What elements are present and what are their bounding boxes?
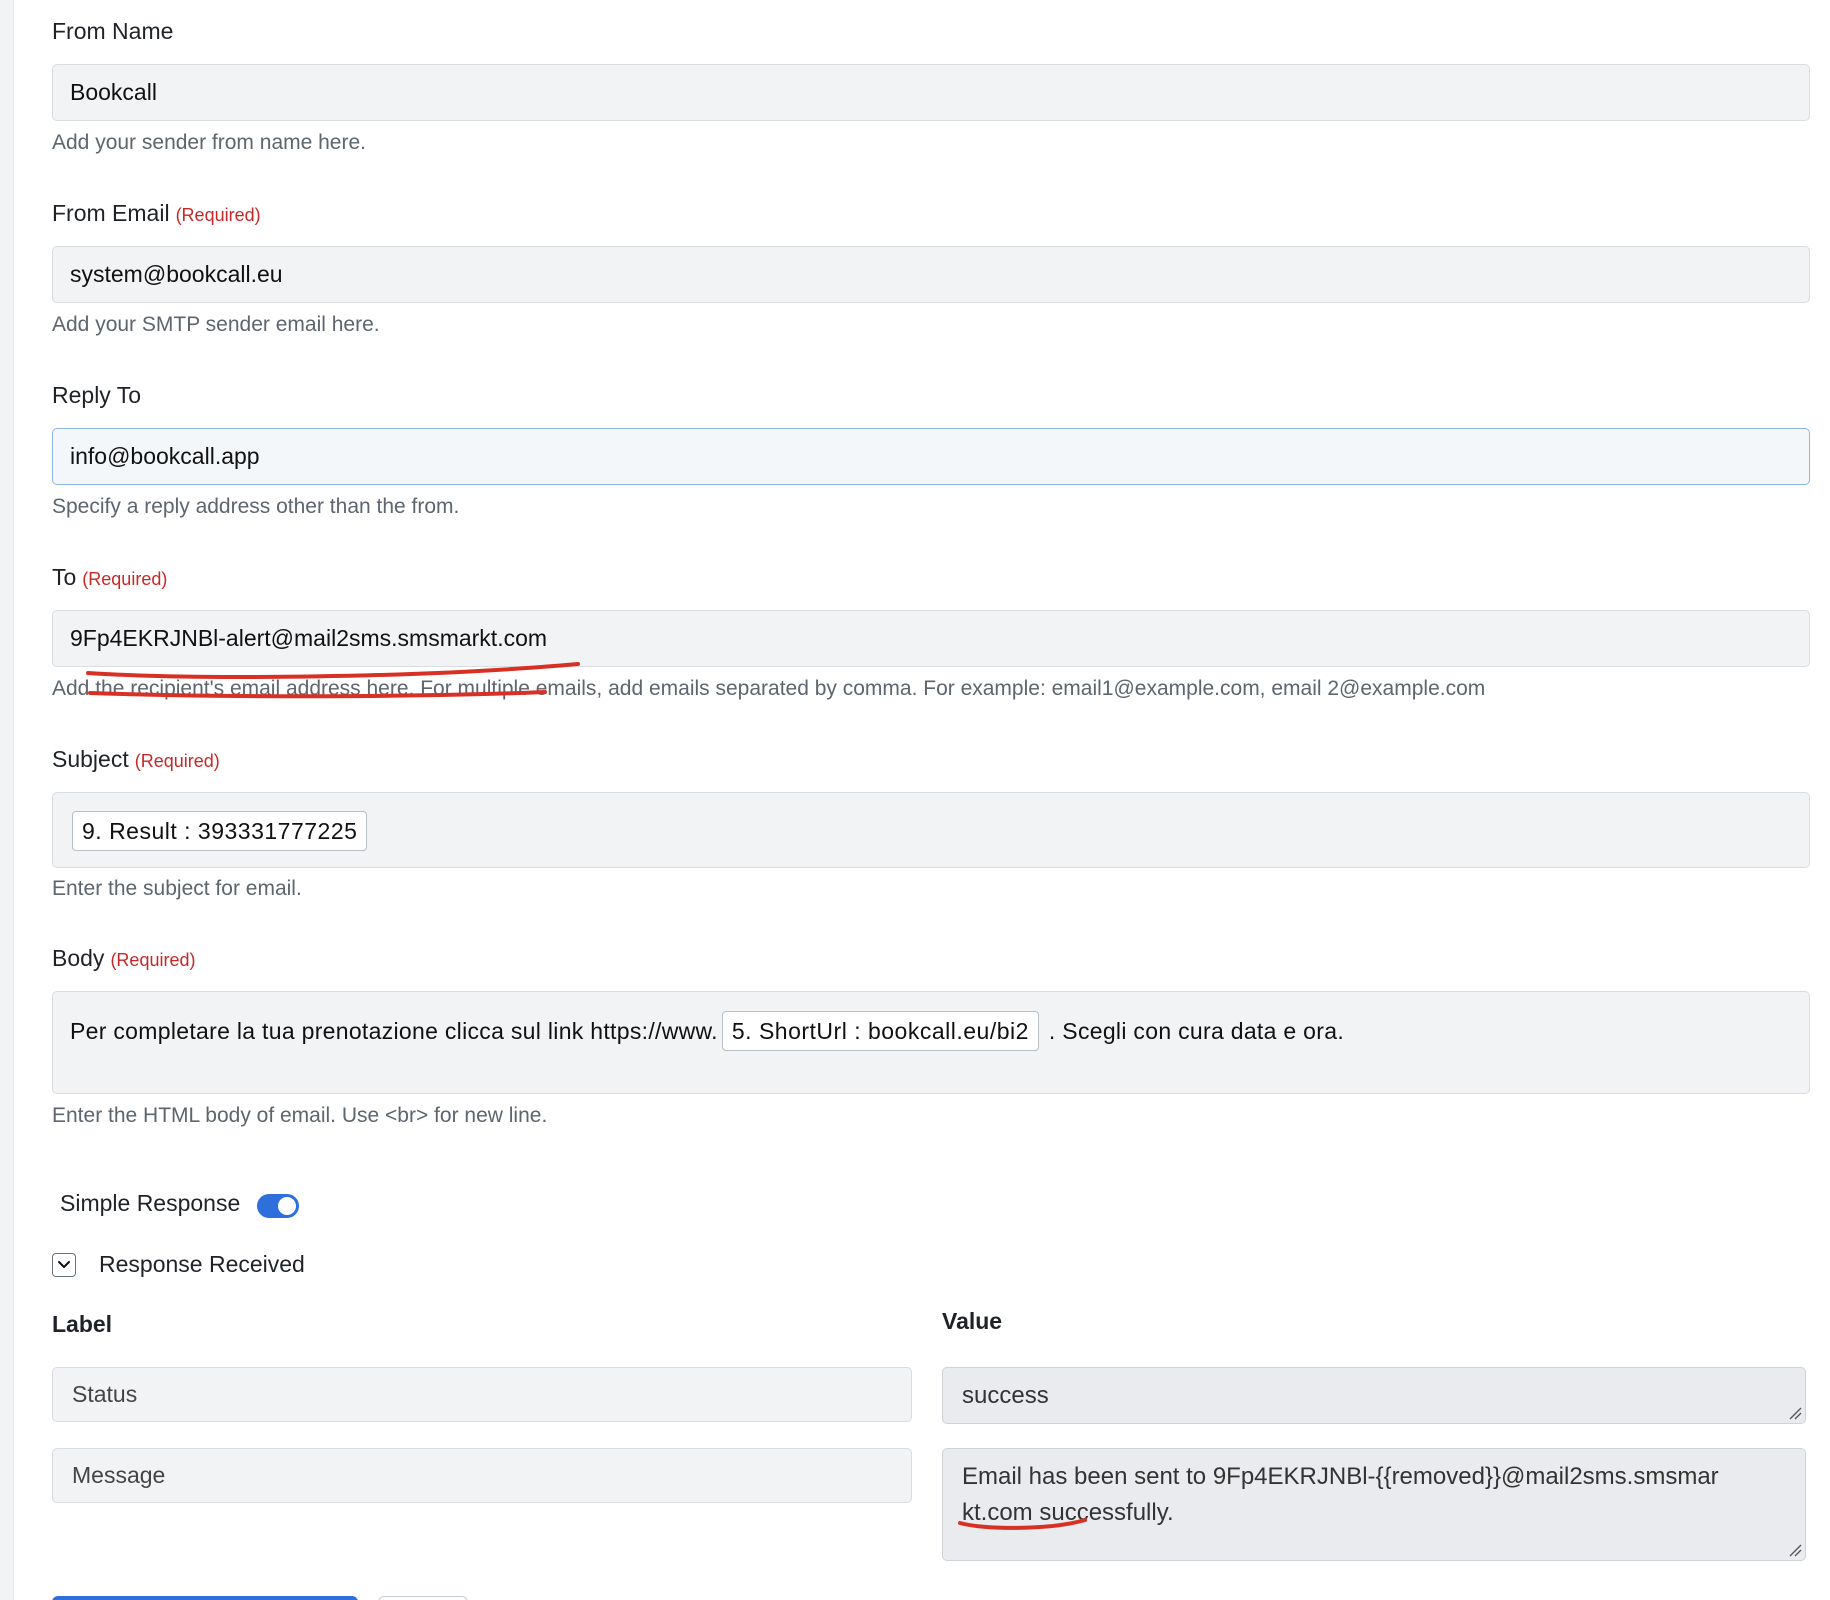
body-label: Body (Required) bbox=[52, 945, 196, 971]
from-email-help: Add your SMTP sender email here. bbox=[52, 313, 380, 336]
required-badge: (Required) bbox=[175, 205, 261, 225]
cancel-button[interactable] bbox=[378, 1596, 468, 1600]
to-label: To (Required) bbox=[52, 564, 168, 590]
subject-help: Enter the subject for email. bbox=[52, 877, 302, 900]
chevron-down-icon bbox=[58, 1261, 70, 1268]
response-value-textarea-status[interactable]: success bbox=[942, 1367, 1806, 1424]
reply-to-help: Specify a reply address other than the f… bbox=[52, 495, 460, 518]
to-input[interactable]: 9Fp4EKRJNBl-alert@mail2sms.smsmarkt.com bbox=[52, 610, 1810, 667]
simple-response-toggle[interactable] bbox=[257, 1194, 299, 1218]
from-email-label: From Email (Required) bbox=[52, 200, 261, 226]
value-column-header: Value bbox=[942, 1308, 1003, 1334]
body-text-before: Per completare la tua prenotazione clicc… bbox=[70, 1017, 718, 1044]
from-name-help: Add your sender from name here. bbox=[52, 131, 366, 154]
subject-input[interactable]: 9. Result : 393331777225 bbox=[52, 792, 1810, 868]
to-help: Add the recipient's email address here. … bbox=[52, 677, 1486, 700]
toggle-knob bbox=[278, 1197, 296, 1215]
response-received-expand-toggle[interactable] bbox=[52, 1253, 76, 1277]
subject-merge-tag[interactable]: 9. Result : 393331777225 bbox=[72, 811, 368, 851]
from-email-input[interactable]: system@bookcall.eu bbox=[52, 246, 1810, 303]
response-value-textarea-message[interactable]: Email has been sent to 9Fp4EKRJNBl-{{rem… bbox=[942, 1448, 1806, 1561]
body-input[interactable]: Per completare la tua prenotazione clicc… bbox=[52, 991, 1810, 1094]
from-name-label: From Name bbox=[52, 18, 174, 44]
simple-response-label: Simple Response bbox=[60, 1190, 241, 1216]
body-help: Enter the HTML body of email. Use <br> f… bbox=[52, 1104, 548, 1127]
from-name-input[interactable]: Bookcall bbox=[52, 64, 1810, 121]
required-badge: (Required) bbox=[110, 950, 196, 970]
reply-to-label: Reply To bbox=[52, 382, 142, 408]
response-label-input-message[interactable]: Message bbox=[52, 1448, 912, 1503]
response-label-input-status[interactable]: Status bbox=[52, 1367, 912, 1422]
save-button[interactable] bbox=[52, 1596, 358, 1600]
body-content: Per completare la tua prenotazione clicc… bbox=[70, 1011, 1344, 1051]
body-text-after: . Scegli con cura data e ora. bbox=[1048, 1017, 1345, 1044]
label-column-header: Label bbox=[52, 1311, 113, 1337]
reply-to-input[interactable]: info@bookcall.app bbox=[52, 428, 1810, 485]
left-rail bbox=[0, 0, 14, 1600]
required-badge: (Required) bbox=[82, 569, 168, 589]
body-merge-tag[interactable]: 5. ShortUrl : bookcall.eu/bi2 bbox=[721, 1011, 1039, 1051]
response-received-label: Response Received bbox=[99, 1251, 305, 1277]
subject-label: Subject (Required) bbox=[52, 746, 220, 772]
required-badge: (Required) bbox=[134, 751, 220, 771]
resize-grip-icon[interactable] bbox=[1788, 1406, 1802, 1420]
resize-grip-icon[interactable] bbox=[1788, 1543, 1802, 1557]
